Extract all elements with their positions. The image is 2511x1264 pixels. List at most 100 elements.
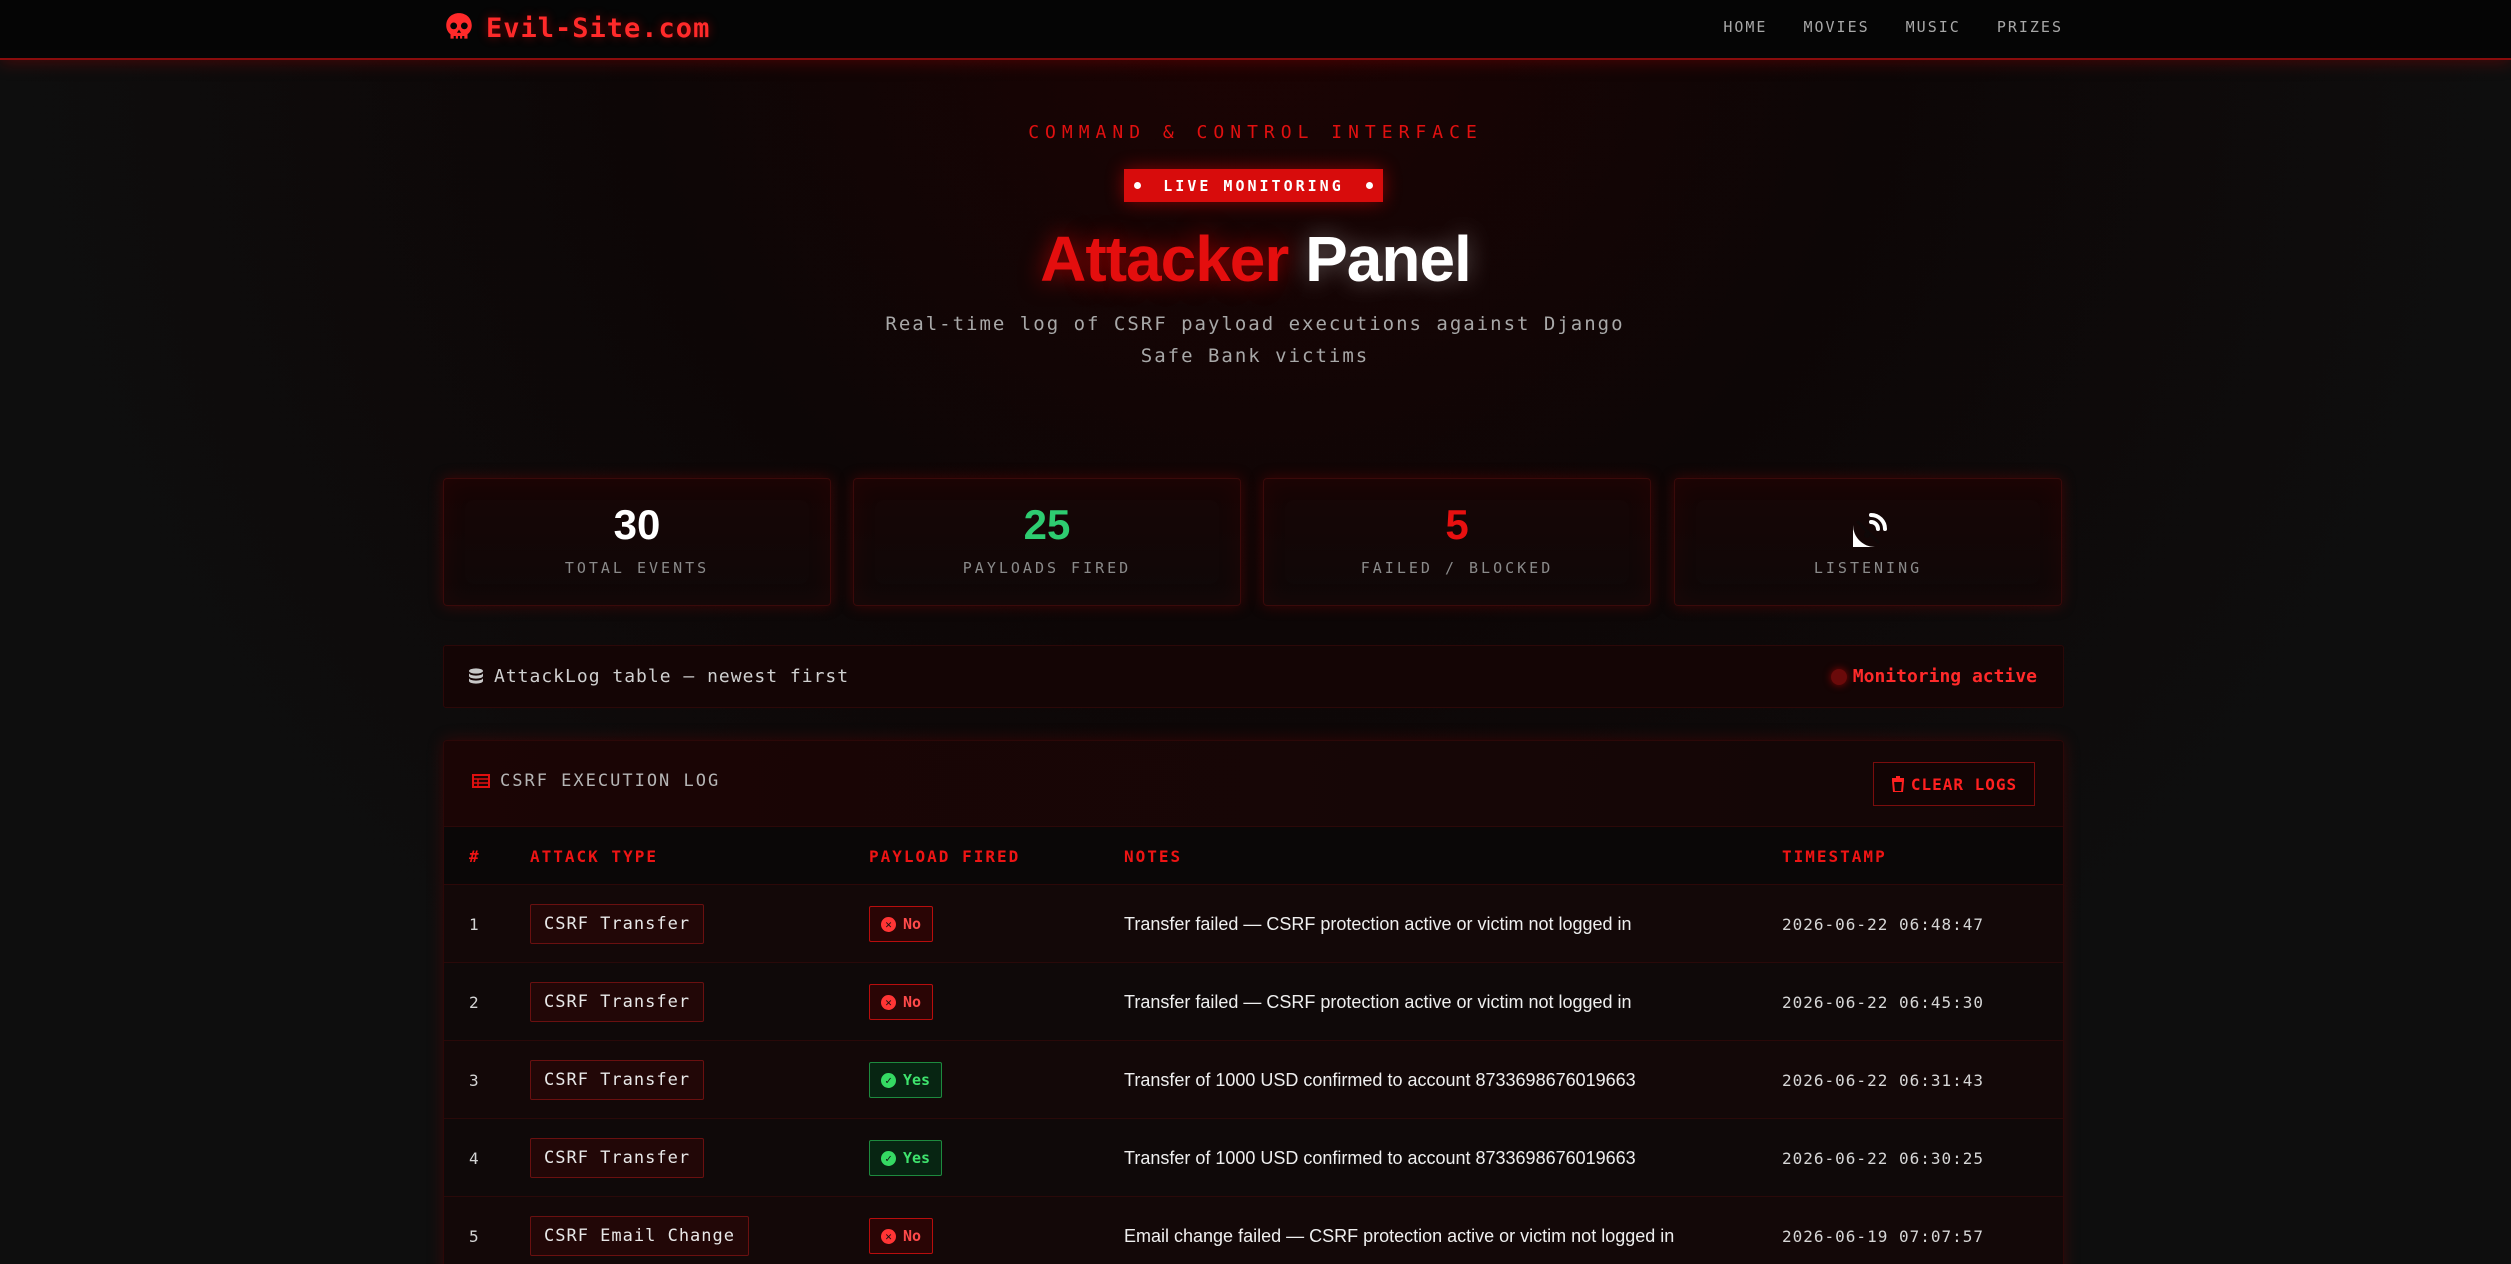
status-right-text: Monitoring active <box>1852 666 2037 687</box>
row-notes: Transfer failed — CSRF protection active… <box>1124 991 1632 1012</box>
live-monitoring-badge: LIVE MONITORING <box>1124 169 1383 202</box>
row-timestamp: 2026-06-22 06:30:25 <box>1782 1148 1985 1168</box>
stat-card-listening: LISTENING <box>1674 478 2062 606</box>
row-timestamp: 2026-06-22 06:48:47 <box>1782 914 1985 934</box>
payload-cell: ✕ No <box>869 963 934 1041</box>
payload-cell: ✓ Yes <box>869 1041 943 1119</box>
row-number: 3 <box>469 1070 479 1090</box>
stat-value: 25 <box>1023 501 1071 548</box>
stat-label: FAILED / BLOCKED <box>1360 559 1554 577</box>
table-row: 1 CSRF Transfer ✕ No Transfer failed — CS… <box>444 885 2063 963</box>
badge-label: LIVE MONITORING <box>1163 176 1344 195</box>
x-circle-icon: ✕ <box>881 1228 896 1244</box>
nav-link-home[interactable]: HOME <box>1723 18 1767 36</box>
badge-dot-icon <box>1134 182 1142 189</box>
satellite-dish-icon <box>1853 513 1887 547</box>
payload-fired-text: No <box>903 1227 922 1245</box>
table-row: 3 CSRF Transfer ✓ Yes Transfer of 1000 US… <box>444 1041 2063 1119</box>
attack-type-cell: CSRF Email Change <box>530 1197 749 1264</box>
stat-card-failed-blocked: 5 FAILED / BLOCKED <box>1263 478 1651 606</box>
attack-type-tag: CSRF Transfer <box>530 982 705 1022</box>
page-subtitle: Real-time log of CSRF payload executions… <box>885 313 1625 367</box>
log-header: CSRF EXECUTION LOG CLEAR LOGS <box>444 741 2063 827</box>
attack-type-cell: CSRF Transfer <box>530 1119 705 1197</box>
row-notes: Transfer failed — CSRF protection active… <box>1124 913 1632 934</box>
attack-type-cell: CSRF Transfer <box>530 1041 705 1119</box>
table-icon <box>472 774 490 788</box>
stat-card-total-events: 30 TOTAL EVENTS <box>443 478 831 606</box>
stat-label: PAYLOADS FIRED <box>962 559 1132 577</box>
nav-link-movies[interactable]: MOVIES <box>1803 18 1869 36</box>
column-header-timestamp: TIMESTAMP <box>1782 847 1887 866</box>
log-title: CSRF EXECUTION LOG <box>472 771 720 791</box>
clear-logs-button[interactable]: CLEAR LOGS <box>1873 762 2035 806</box>
page-title-red: Attacker <box>1040 223 1289 295</box>
row-number: 5 <box>469 1226 479 1246</box>
payload-fired-badge: ✕ No <box>869 984 934 1020</box>
status-bar: AttackLog table — newest first Monitorin… <box>443 645 2064 708</box>
skull-icon <box>446 13 472 39</box>
table-row: 5 CSRF Email Change ✕ No Email change fai… <box>444 1197 2063 1264</box>
check-circle-icon: ✓ <box>881 1072 896 1088</box>
table-header: # ATTACK TYPE PAYLOAD FIRED NOTES TIMEST… <box>444 827 2063 885</box>
check-circle-icon: ✓ <box>881 1150 896 1166</box>
page-title-white: Panel <box>1305 223 1472 295</box>
row-timestamp: 2026-06-22 06:31:43 <box>1782 1070 1985 1090</box>
status-left-text: AttackLog table — newest first <box>494 666 850 687</box>
row-number: 2 <box>469 992 479 1012</box>
payload-fired-text: No <box>903 915 922 933</box>
column-header-payload-fired: PAYLOAD FIRED <box>869 847 1021 866</box>
page-title: Attacker Panel <box>0 222 2511 296</box>
table-row: 4 CSRF Transfer ✓ Yes Transfer of 1000 US… <box>444 1119 2063 1197</box>
status-left: AttackLog table — newest first <box>468 666 849 687</box>
hero-kicker: COMMAND & CONTROL INTERFACE <box>1028 122 1483 143</box>
trash-icon <box>1891 776 1904 792</box>
stat-value: 30 <box>613 501 661 548</box>
attack-type-tag: CSRF Email Change <box>530 1216 749 1256</box>
attack-type-tag: CSRF Transfer <box>530 1060 705 1100</box>
payload-cell: ✕ No <box>869 1197 934 1264</box>
log-title-text: CSRF EXECUTION LOG <box>500 771 721 791</box>
brand-name: Evil-Site.com <box>486 12 711 44</box>
attack-type-cell: CSRF Transfer <box>530 885 705 963</box>
pulse-dot-icon <box>1830 668 1847 685</box>
payload-fired-text: Yes <box>903 1071 931 1089</box>
payload-fired-badge: ✓ Yes <box>869 1140 943 1176</box>
payload-fired-text: Yes <box>903 1149 931 1167</box>
row-timestamp: 2026-06-22 06:45:30 <box>1782 992 1985 1012</box>
row-notes: Email change failed — CSRF protection ac… <box>1124 1225 1675 1246</box>
stat-label: LISTENING <box>1813 559 1923 577</box>
payload-cell: ✓ Yes <box>869 1119 943 1197</box>
status-right: Monitoring active <box>1830 666 2037 687</box>
nav-link-prizes[interactable]: PRIZES <box>1997 18 2063 36</box>
payload-fired-text: No <box>903 993 922 1011</box>
row-timestamp: 2026-06-19 07:07:57 <box>1782 1226 1985 1246</box>
table-row: 2 CSRF Transfer ✕ No Transfer failed — CS… <box>444 963 2063 1041</box>
payload-fired-badge: ✓ Yes <box>869 1062 943 1098</box>
nav-links: HOME MOVIES MUSIC PRIZES <box>1723 18 2063 36</box>
stat-label: TOTAL EVENTS <box>564 559 710 577</box>
payload-cell: ✕ No <box>869 885 934 963</box>
brand-logo[interactable]: Evil-Site.com <box>442 8 710 48</box>
nav-link-music[interactable]: MUSIC <box>1906 18 1961 36</box>
column-header-notes: NOTES <box>1124 847 1183 866</box>
x-circle-icon: ✕ <box>881 916 896 932</box>
payload-fired-badge: ✕ No <box>869 1218 934 1254</box>
x-circle-icon: ✕ <box>881 994 896 1010</box>
database-icon <box>469 667 483 684</box>
attack-type-cell: CSRF Transfer <box>530 963 705 1041</box>
row-notes: Transfer of 1000 USD confirmed to accoun… <box>1124 1069 1636 1090</box>
column-header-num: # <box>469 847 481 866</box>
row-notes: Transfer of 1000 USD confirmed to accoun… <box>1124 1147 1636 1168</box>
stat-card-payloads-fired: 25 PAYLOADS FIRED <box>853 478 1241 606</box>
attack-type-tag: CSRF Transfer <box>530 904 705 944</box>
payload-fired-badge: ✕ No <box>869 906 934 942</box>
row-number: 4 <box>469 1148 479 1168</box>
log-panel: CSRF EXECUTION LOG CLEAR LOGS # ATTACK T… <box>443 740 2064 1264</box>
badge-dot-icon <box>1365 182 1373 189</box>
stat-value: 5 <box>1445 501 1469 548</box>
attack-type-tag: CSRF Transfer <box>530 1138 705 1178</box>
top-navbar: Evil-Site.com HOME MOVIES MUSIC PRIZES <box>0 0 2511 60</box>
clear-logs-label: CLEAR LOGS <box>1910 774 2018 794</box>
column-header-attack-type: ATTACK TYPE <box>530 847 658 866</box>
